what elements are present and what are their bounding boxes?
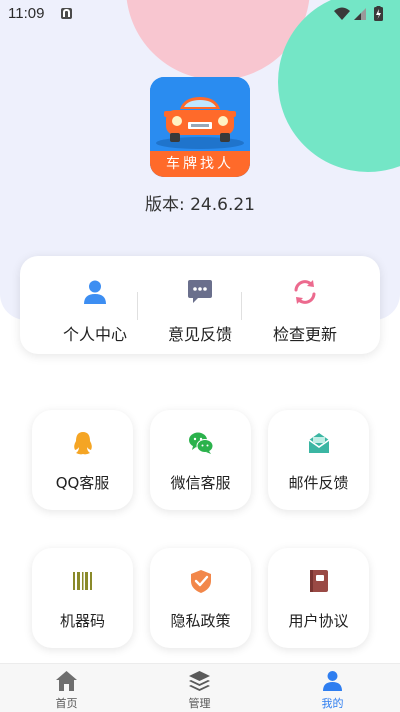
- privacy-policy-button[interactable]: 隐私政策: [150, 548, 251, 648]
- tab-home[interactable]: 首页: [0, 664, 133, 712]
- wechat-icon: [189, 432, 214, 454]
- quick-actions-card: 个人中心 意见反馈 检查更新: [20, 256, 380, 354]
- user-icon: [84, 280, 106, 304]
- bottom-tab-bar: 首页 管理 我的: [0, 663, 400, 712]
- profile-center-label: 个人中心: [62, 325, 127, 344]
- privacy-policy-label: 隐私政策: [170, 612, 231, 630]
- app-logo: 车牌找人: [150, 77, 250, 177]
- tab-manage[interactable]: 管理: [133, 664, 266, 712]
- feedback-button[interactable]: 意见反馈: [147, 256, 253, 354]
- qq-service-button[interactable]: QQ客服: [32, 410, 133, 510]
- layers-icon: [189, 671, 210, 691]
- barcode-icon: [73, 572, 92, 590]
- wechat-service-button[interactable]: 微信客服: [150, 410, 251, 510]
- tab-manage-label: 管理: [188, 697, 211, 710]
- divider: [137, 292, 138, 320]
- book-icon: [310, 570, 328, 592]
- mail-feedback-label: 邮件反馈: [288, 474, 349, 492]
- divider: [241, 292, 242, 320]
- tab-mine[interactable]: 我的: [266, 664, 399, 712]
- notification-icon: [61, 8, 72, 19]
- refresh-icon: [294, 280, 316, 304]
- user-agreement-button[interactable]: 用户协议: [268, 548, 369, 648]
- user-agreement-label: 用户协议: [288, 612, 349, 630]
- check-update-label: 检查更新: [272, 325, 337, 344]
- status-bar: 11:09: [0, 0, 400, 28]
- feedback-label: 意见反馈: [167, 325, 232, 344]
- machine-code-button[interactable]: 机器码: [32, 548, 133, 648]
- feedback-icon: [188, 280, 212, 303]
- check-update-button[interactable]: 检查更新: [252, 256, 358, 354]
- machine-code-label: 机器码: [59, 612, 105, 630]
- profile-center-button[interactable]: 个人中心: [42, 256, 148, 354]
- app-logo-text: 车牌找人: [166, 156, 234, 172]
- status-time: 11:09: [8, 5, 45, 22]
- tab-mine-label: 我的: [321, 697, 344, 710]
- shield-icon: [191, 570, 211, 593]
- status-indicators-icon: [334, 6, 383, 21]
- qq-service-label: QQ客服: [55, 474, 110, 492]
- version-text: 版本: 24.6.21: [144, 195, 256, 215]
- mail-feedback-button[interactable]: 邮件反馈: [268, 410, 369, 510]
- qq-icon: [74, 432, 92, 455]
- home-icon: [56, 671, 77, 691]
- mail-icon: [308, 433, 330, 453]
- wechat-service-label: 微信客服: [170, 474, 231, 492]
- tab-home-label: 首页: [55, 697, 78, 710]
- user-icon: [323, 671, 342, 691]
